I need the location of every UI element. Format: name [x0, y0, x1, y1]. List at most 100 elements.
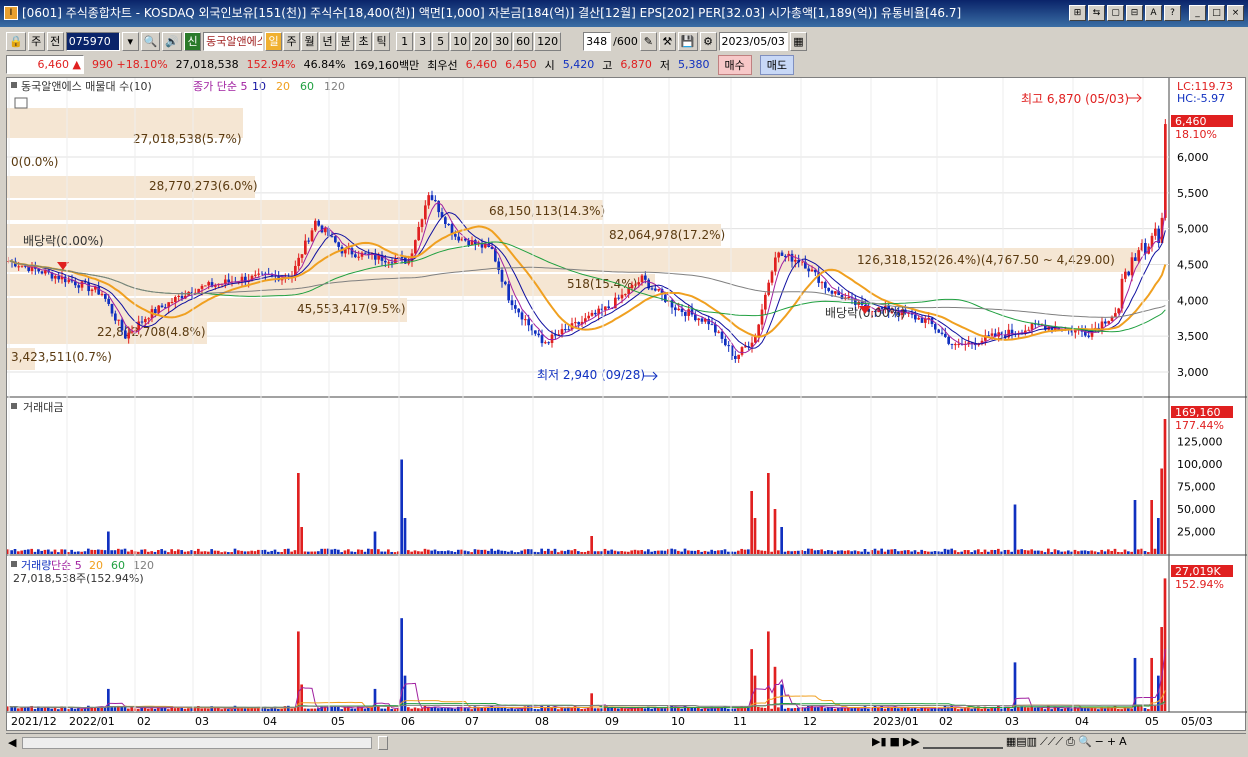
volume-bar — [330, 706, 333, 711]
window-control-5[interactable]: ? — [1164, 5, 1181, 21]
print-icon[interactable]: ⎙ — [1066, 735, 1075, 749]
minute-tab-5[interactable]: 5 — [432, 31, 450, 51]
period-tab-6[interactable]: 틱 — [373, 31, 391, 51]
period-tab-4[interactable]: 분 — [337, 31, 355, 51]
scroll-left-icon[interactable]: ◀ — [8, 736, 16, 749]
play-icon[interactable]: ▶▮ — [872, 735, 887, 749]
candle-body — [794, 259, 797, 262]
volume-bar — [617, 708, 620, 711]
window-control-4[interactable]: A — [1145, 5, 1162, 21]
price-tick: 4,000 — [1177, 294, 1209, 307]
amount-bar — [427, 549, 430, 554]
save-icon[interactable]: 💾 — [677, 31, 698, 51]
volume-bar — [173, 708, 177, 711]
minute-tab-20[interactable]: 20 — [471, 31, 492, 51]
period-select[interactable]: 전 — [46, 31, 64, 51]
amount-bar — [510, 550, 513, 554]
amount-bar — [840, 550, 843, 554]
dropdown-icon[interactable]: ▾ — [121, 31, 139, 51]
volume-bar — [777, 707, 780, 711]
amount-bar — [547, 548, 550, 554]
volume-bar — [830, 707, 833, 711]
amount-bar — [313, 551, 317, 554]
candle-body — [1154, 228, 1157, 236]
amount-bar — [433, 549, 437, 554]
candle-body — [444, 217, 447, 225]
period-tab-0[interactable]: 일 — [265, 31, 283, 51]
volume-bar — [540, 705, 543, 711]
window-control-6[interactable]: _ — [1189, 5, 1206, 21]
fast-forward-icon[interactable]: ▶▶ — [903, 735, 920, 749]
zoom-search-icon[interactable]: 🔍 — [1078, 735, 1092, 749]
price-type-select[interactable]: 주 — [27, 31, 45, 51]
chart-scrollbar[interactable]: ◀ ▶▮ ■ ▶▶ ▦▤▥ ⟋⟋⟋ ⎙ 🔍 − + A — [6, 733, 1246, 751]
tool-icon[interactable]: ⚒ — [658, 31, 676, 51]
volume-bar — [927, 708, 930, 711]
minute-tab-3[interactable]: 3 — [414, 31, 432, 51]
candle-body — [1117, 308, 1120, 314]
volume-bar — [277, 708, 280, 711]
zoom-slider[interactable] — [922, 735, 1003, 749]
gear-icon[interactable]: ⚙ — [699, 31, 717, 51]
amount-bar — [917, 551, 920, 554]
window-control-0[interactable]: ⊞ — [1069, 5, 1086, 21]
amount-bar — [910, 551, 913, 554]
x-label: 09 — [605, 715, 619, 728]
lock-icon[interactable]: 🔒 — [6, 31, 26, 51]
period-tab-1[interactable]: 주 — [283, 31, 301, 51]
zoom-out-icon[interactable]: − — [1095, 735, 1104, 749]
stop-icon[interactable]: ■ — [890, 735, 900, 749]
candle-body — [174, 297, 177, 303]
minute-tab-60[interactable]: 60 — [513, 31, 534, 51]
minute-tab-120[interactable]: 120 — [534, 31, 562, 51]
font-icon[interactable]: A — [1119, 735, 1127, 749]
price-tick: 4,500 — [1177, 259, 1209, 272]
minute-tab-10[interactable]: 10 — [450, 31, 471, 51]
amount-bar — [343, 550, 347, 554]
volume-bar — [1127, 708, 1130, 711]
scroll-track[interactable] — [22, 737, 372, 749]
amount-bar — [273, 549, 277, 554]
candle-body — [1087, 335, 1090, 337]
volume-bar — [780, 684, 783, 711]
volume-bar — [650, 708, 653, 711]
chart-tool-icon[interactable]: ✎ — [639, 31, 657, 51]
volume-flag-label: 27,019K — [1175, 565, 1221, 578]
volume-bar — [227, 709, 230, 711]
stock-code-input[interactable]: 075970 — [65, 31, 120, 51]
candle-body — [714, 324, 717, 333]
window-control-2[interactable]: ▢ — [1107, 5, 1124, 21]
minute-tab-30[interactable]: 30 — [492, 31, 513, 51]
candle-body — [67, 279, 70, 283]
amount-bar — [1147, 552, 1150, 554]
amount-bar — [590, 536, 593, 554]
candle-body — [430, 195, 434, 200]
window-control-7[interactable]: □ — [1208, 5, 1225, 21]
stock-chart[interactable]: 6,000 5,500 5,000 4,500 4,000 3,500 3,000 27,01… — [7, 78, 1247, 732]
search-icon[interactable]: 🔍 — [140, 31, 161, 51]
period-tab-2[interactable]: 월 — [301, 31, 319, 51]
window-control-8[interactable]: × — [1227, 5, 1244, 21]
amount-bar — [823, 551, 827, 554]
candle-body — [124, 330, 127, 339]
count-field[interactable]: 348 — [583, 31, 612, 51]
scroll-thumb[interactable] — [378, 736, 388, 750]
volume-bar — [413, 707, 417, 711]
layout-icon[interactable]: ▦▤▥ — [1006, 735, 1037, 749]
volume-bar — [150, 708, 153, 711]
chart-area[interactable]: 6,000 5,500 5,000 4,500 4,000 3,500 3,000 27,01… — [6, 77, 1247, 732]
minute-tab-1[interactable]: 1 — [396, 31, 414, 51]
line-icon[interactable]: ⟋⟋⟋ — [1040, 735, 1063, 749]
date-field[interactable]: 2023/05/03 — [718, 31, 788, 51]
zoom-in-icon[interactable]: + — [1107, 735, 1116, 749]
buy-button[interactable]: 매수 — [717, 54, 752, 75]
window-control-3[interactable]: ⊟ — [1126, 5, 1143, 21]
speaker-icon[interactable]: 🔊 — [162, 31, 183, 51]
stock-name-field[interactable]: 동국알앤에스 — [203, 31, 264, 51]
volume-bar — [757, 706, 760, 711]
calendar-icon[interactable]: ▦ — [789, 31, 807, 51]
window-control-1[interactable]: ⇆ — [1088, 5, 1105, 21]
period-tab-3[interactable]: 년 — [319, 31, 337, 51]
sell-button[interactable]: 매도 — [759, 54, 795, 75]
period-tab-5[interactable]: 초 — [355, 31, 373, 51]
